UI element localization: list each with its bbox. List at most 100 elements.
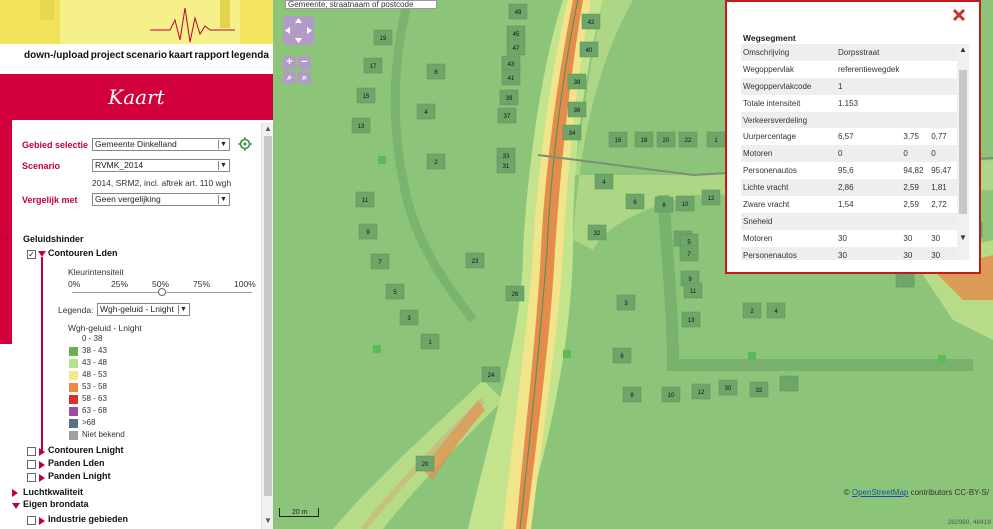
nav-rapport[interactable]: rapport: [194, 50, 229, 70]
attribute-row: Omschrijving Dorpsstraat: [741, 44, 957, 61]
zoom-box-icon[interactable]: ⌕: [283, 71, 296, 84]
legend-swatch: [69, 383, 78, 392]
house-number: 24: [488, 373, 495, 379]
tree-industrie[interactable]: Industrie gebieden: [48, 514, 128, 524]
kleurintensiteit-label: Kleurintensiteit: [68, 267, 124, 277]
expand-triangle-icon[interactable]: [39, 474, 45, 482]
attribute-key: Omschrijving: [741, 44, 836, 61]
gebied-select[interactable]: Gemeente Dinkelland ▼: [92, 138, 230, 151]
nav-project[interactable]: project: [91, 50, 124, 70]
tree-contouren-lnight[interactable]: Contouren Lnight: [48, 445, 123, 455]
attribute-row: Lichte vracht 2,86 2,59 1,81: [741, 179, 957, 197]
expand-triangle-icon[interactable]: [0, 237, 8, 243]
zoom-extent-icon[interactable]: ⌕: [298, 71, 311, 84]
tree-luchtkwaliteit[interactable]: Luchtkwaliteit: [23, 487, 83, 497]
popup-scrollbar[interactable]: ▲ ▼: [957, 44, 969, 260]
attribute-row: Sneheid: [741, 212, 957, 230]
scroll-up-icon[interactable]: ▲: [263, 124, 273, 134]
chevron-down-icon: ▼: [218, 140, 228, 149]
pan-arrows-icon[interactable]: [283, 16, 314, 45]
vergelijk-label: Vergelijk met: [22, 195, 78, 205]
building[interactable]: [779, 375, 799, 392]
scrollbar-thumb[interactable]: [264, 136, 272, 496]
locate-icon[interactable]: [238, 137, 252, 151]
house-number: 45: [513, 32, 520, 38]
attribute-value: 0,77: [929, 128, 957, 146]
house-number: 43: [508, 62, 515, 68]
legend-swatch: [69, 371, 78, 380]
attribute-row: Wegoppervlakcode 1: [741, 77, 957, 95]
scroll-up-icon[interactable]: ▲: [957, 44, 969, 56]
expand-triangle-icon[interactable]: [12, 489, 18, 497]
scroll-down-icon[interactable]: ▼: [263, 516, 273, 526]
vergelijk-select[interactable]: Geen vergelijking ▼: [92, 193, 230, 206]
tree-eigen-brondata[interactable]: Eigen brondata: [23, 499, 89, 509]
house-number: 18: [641, 138, 648, 144]
attribute-row: Uurpercentage 6,57 3,75 0,77: [741, 128, 957, 146]
attribute-value: [901, 212, 930, 230]
scenario-select[interactable]: RVMK_2014 ▼: [92, 159, 230, 172]
scroll-down-icon[interactable]: ▼: [957, 232, 969, 244]
attribute-value: 6,57: [836, 128, 902, 146]
pan-control[interactable]: [283, 16, 314, 45]
legend-label: Niet bekend: [82, 430, 125, 439]
attribute-row: Motoren 0 0 0: [741, 145, 957, 163]
building[interactable]: [895, 271, 915, 288]
attribution-suffix: contributors CC-BY-S/: [910, 488, 989, 497]
page-title: Kaart: [0, 74, 273, 120]
house-number: 12: [708, 196, 715, 202]
attribute-key: Zware vracht: [741, 196, 836, 213]
nav-upload[interactable]: down-/upload: [24, 50, 89, 70]
zoom-in-button[interactable]: +: [283, 56, 296, 69]
house-number: 32: [594, 231, 601, 237]
attribute-value: 1.153: [836, 94, 902, 112]
legend-label: 53 - 58: [82, 382, 107, 391]
expand-triangle-icon[interactable]: [39, 448, 45, 456]
expand-triangle-icon[interactable]: [39, 517, 45, 525]
expand-triangle-icon[interactable]: [12, 503, 20, 509]
house-number: 20: [663, 138, 670, 144]
tree-connector: [41, 257, 43, 452]
scrollbar-thumb[interactable]: [959, 70, 967, 214]
legend-label: >68: [82, 418, 96, 427]
attribute-value: [929, 111, 957, 129]
checkbox-panden-lnight[interactable]: [27, 473, 36, 482]
tree-contouren-lden[interactable]: Contouren Lden: [48, 248, 118, 258]
nav-kaart[interactable]: kaart: [169, 50, 193, 70]
tick-25: 25%: [111, 279, 129, 289]
attribute-key: Wegoppervlakcode: [741, 77, 836, 95]
panel-scrollbar[interactable]: ▲ ▼: [261, 122, 273, 529]
checkbox-contouren-lnight[interactable]: [27, 447, 36, 456]
expand-triangle-icon[interactable]: [39, 461, 45, 469]
checkbox-contouren-lden[interactable]: ✓: [27, 250, 36, 259]
tree-geluidshinder[interactable]: Geluidshinder: [23, 234, 84, 244]
nav-scenario[interactable]: scenario: [126, 50, 167, 70]
legend-swatch: [69, 359, 78, 368]
house-number: 30: [725, 386, 732, 392]
close-icon[interactable]: [951, 7, 967, 23]
attribute-value: [929, 60, 957, 78]
search-input[interactable]: Gemeente, straatnaam of postcode: [285, 0, 437, 9]
layer-panel: Gebied selectie Gemeente Dinkelland ▼ Sc…: [0, 120, 261, 529]
nav-legenda[interactable]: legenda: [231, 50, 269, 70]
checkbox-industrie[interactable]: [27, 516, 36, 525]
tree-panden-lnight[interactable]: Panden Lnight: [48, 471, 111, 481]
zoom-out-button[interactable]: −: [298, 56, 311, 69]
attribute-value: 2,59: [901, 196, 930, 213]
attribute-value: 30: [836, 229, 902, 247]
attribute-row: Motoren 30 30 30: [741, 229, 957, 247]
legend-label: 63 - 68: [82, 406, 107, 415]
attribute-value: [901, 111, 930, 129]
attribute-row: Personenautos 30 30 30: [741, 246, 957, 260]
tree-panden-lden[interactable]: Panden Lden: [48, 458, 105, 468]
popup-title: Wegsegment: [743, 33, 796, 43]
coordinate-readout: 262960, 48418: [947, 519, 991, 526]
house-number: 13: [688, 318, 695, 324]
intensity-slider-handle[interactable]: [158, 288, 166, 296]
house-number: 26: [512, 292, 519, 298]
legenda-select[interactable]: Wgh-geluid - Lnight ▼: [97, 303, 190, 316]
attribute-value: 1,81: [929, 179, 957, 197]
checkbox-panden-lden[interactable]: [27, 460, 36, 469]
legend-swatch: [69, 431, 78, 440]
osm-link[interactable]: OpenStreetMap: [852, 488, 908, 497]
